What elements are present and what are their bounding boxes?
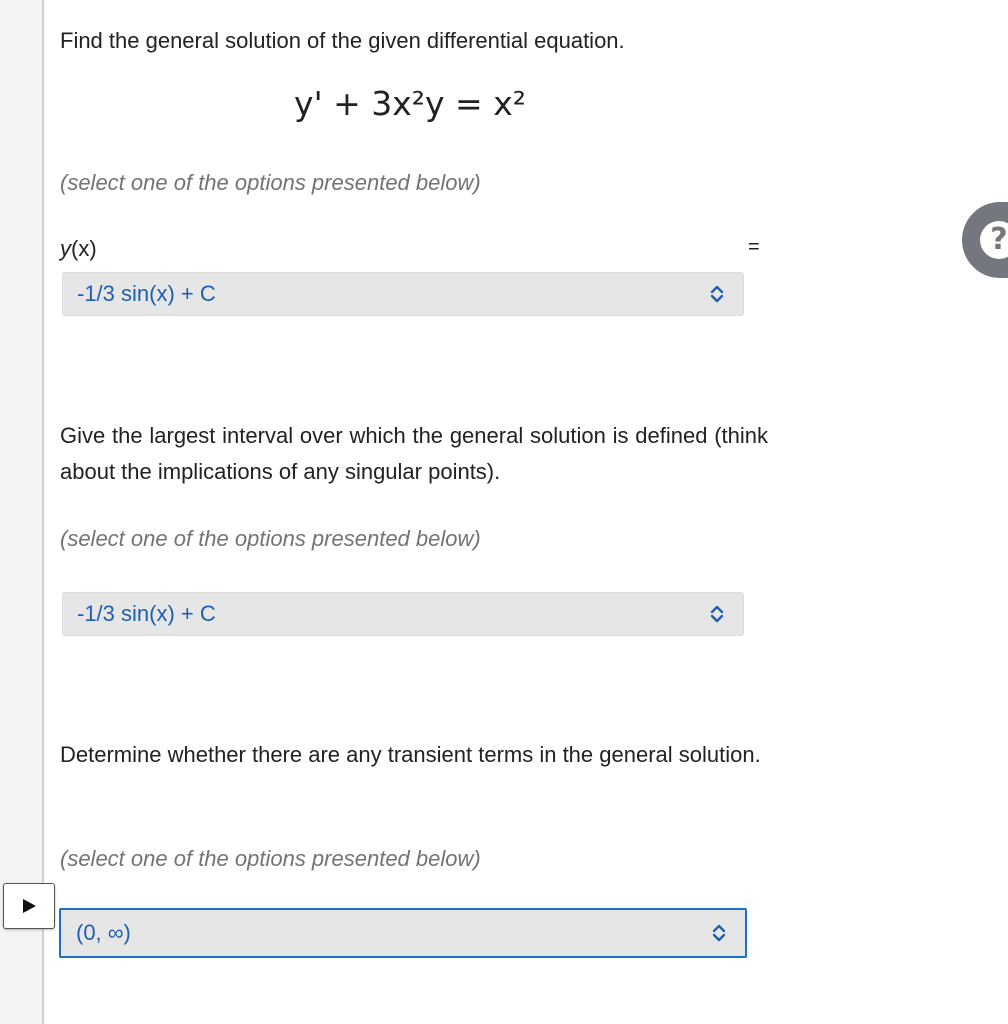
select-arrows-icon — [707, 282, 727, 306]
interval-select[interactable]: -1/3 sin(x) + C — [62, 592, 744, 636]
interval-select-value: -1/3 sin(x) + C — [77, 601, 216, 626]
question-2-hint: (select one of the options presented bel… — [60, 526, 481, 551]
help-button[interactable]: ? — [962, 202, 1008, 278]
answer-label-arg: (x) — [71, 236, 97, 261]
select-arrows-icon — [709, 921, 729, 945]
question-2-prompt: Give the largest interval over which the… — [60, 423, 768, 484]
question-3-prompt: Determine whether there are any transien… — [60, 742, 761, 767]
differential-equation: y' + 3x²y = x² — [0, 84, 820, 123]
play-button[interactable] — [3, 883, 55, 929]
answer-label-fn: y — [60, 236, 71, 261]
equation-text: y' + 3x²y = x² — [294, 84, 526, 123]
solution-select-value: -1/3 sin(x) + C — [77, 281, 216, 306]
question-3-hint: (select one of the options presented bel… — [60, 846, 481, 871]
help-icon: ? — [980, 221, 1008, 259]
transient-terms-select-value: (0, ∞) — [76, 920, 131, 945]
answer-label: y(x) — [60, 236, 97, 262]
question-1-hint: (select one of the options presented bel… — [60, 170, 481, 195]
play-icon — [23, 899, 36, 913]
left-gutter — [0, 0, 44, 1024]
solution-select[interactable]: -1/3 sin(x) + C — [62, 272, 744, 316]
transient-terms-select[interactable]: (0, ∞) — [59, 908, 747, 958]
equals-sign: = — [748, 236, 760, 258]
question-1-prompt: Find the general solution of the given d… — [60, 28, 625, 53]
select-arrows-icon — [707, 602, 727, 626]
